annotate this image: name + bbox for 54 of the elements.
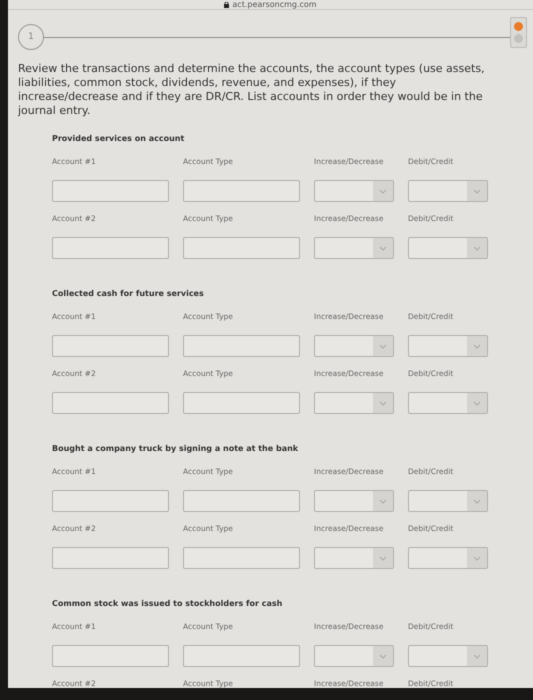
account-type-field[interactable] xyxy=(183,392,300,414)
account-type-field[interactable] xyxy=(183,335,300,357)
debit-credit-dropdown[interactable] xyxy=(408,490,488,512)
instructions-text: Review the transactions and determine the accounts, the account types (use assets, liabilities, common stock, dividends, revenue, and expenses), if they increase/decrease and if they are DR/CR. List accounts in order they would be in the journal entry. xyxy=(18,62,486,118)
transaction-title: Provided services on account xyxy=(52,134,186,143)
chevron-icon xyxy=(379,246,387,250)
increase-decrease-dropdown[interactable] xyxy=(314,335,394,357)
account-type-field[interactable] xyxy=(183,547,300,569)
address-bar[interactable]: act.pearsoncmg.com xyxy=(8,0,533,10)
chevron-icon xyxy=(379,556,387,560)
chevron-icon xyxy=(379,654,387,658)
account-field[interactable] xyxy=(52,237,169,259)
increase-decrease-dropdown[interactable] xyxy=(314,180,394,202)
account-field[interactable] xyxy=(52,335,169,357)
increase-decrease-dropdown[interactable] xyxy=(314,237,394,259)
transaction-title: Bought a company truck by signing a note at the bank xyxy=(52,444,300,453)
chevron-icon xyxy=(473,188,481,194)
account-type-field[interactable] xyxy=(183,490,300,512)
lock-icon xyxy=(224,2,230,8)
debit-credit-dropdown[interactable] xyxy=(408,547,488,569)
increase-decrease-dropdown[interactable] xyxy=(314,547,394,569)
debit-credit-dropdown[interactable] xyxy=(408,392,488,414)
step-number: 1 xyxy=(18,24,44,50)
account-field[interactable] xyxy=(52,392,169,414)
debit-credit-dropdown[interactable] xyxy=(408,335,488,357)
debit-credit-dropdown[interactable] xyxy=(408,645,488,667)
transaction-title: Common stock was issued to stockholders for cash xyxy=(52,599,284,608)
debit-credit-dropdown[interactable] xyxy=(408,237,488,259)
chevron-icon xyxy=(473,246,481,250)
page-dot[interactable] xyxy=(514,34,523,42)
chevron-icon xyxy=(379,188,387,194)
increase-decrease-dropdown[interactable] xyxy=(314,645,394,667)
debit-credit-dropdown[interactable] xyxy=(408,180,488,202)
account-type-field[interactable] xyxy=(183,237,300,259)
increase-decrease-dropdown[interactable] xyxy=(314,490,394,512)
page-dot[interactable] xyxy=(514,22,523,30)
chevron-icon xyxy=(379,344,387,348)
increase-decrease-dropdown[interactable] xyxy=(314,392,394,414)
chevron-icon xyxy=(473,344,481,348)
account-type-field[interactable] xyxy=(183,645,300,667)
account-type-field[interactable] xyxy=(183,180,300,202)
account-field[interactable] xyxy=(52,547,169,569)
account-field[interactable] xyxy=(52,490,169,512)
chevron-icon xyxy=(473,654,481,658)
chevron-icon xyxy=(473,400,481,406)
transaction-title: Collected cash for future services xyxy=(52,289,205,298)
chevron-icon xyxy=(379,498,387,504)
chevron-icon xyxy=(379,400,387,406)
chevron-icon xyxy=(473,556,481,560)
account-field[interactable] xyxy=(52,180,169,202)
pager[interactable] xyxy=(510,16,527,48)
chevron-icon xyxy=(473,498,481,504)
url-text: act.pearsoncmg.com xyxy=(232,0,317,9)
account-field[interactable] xyxy=(52,645,169,667)
